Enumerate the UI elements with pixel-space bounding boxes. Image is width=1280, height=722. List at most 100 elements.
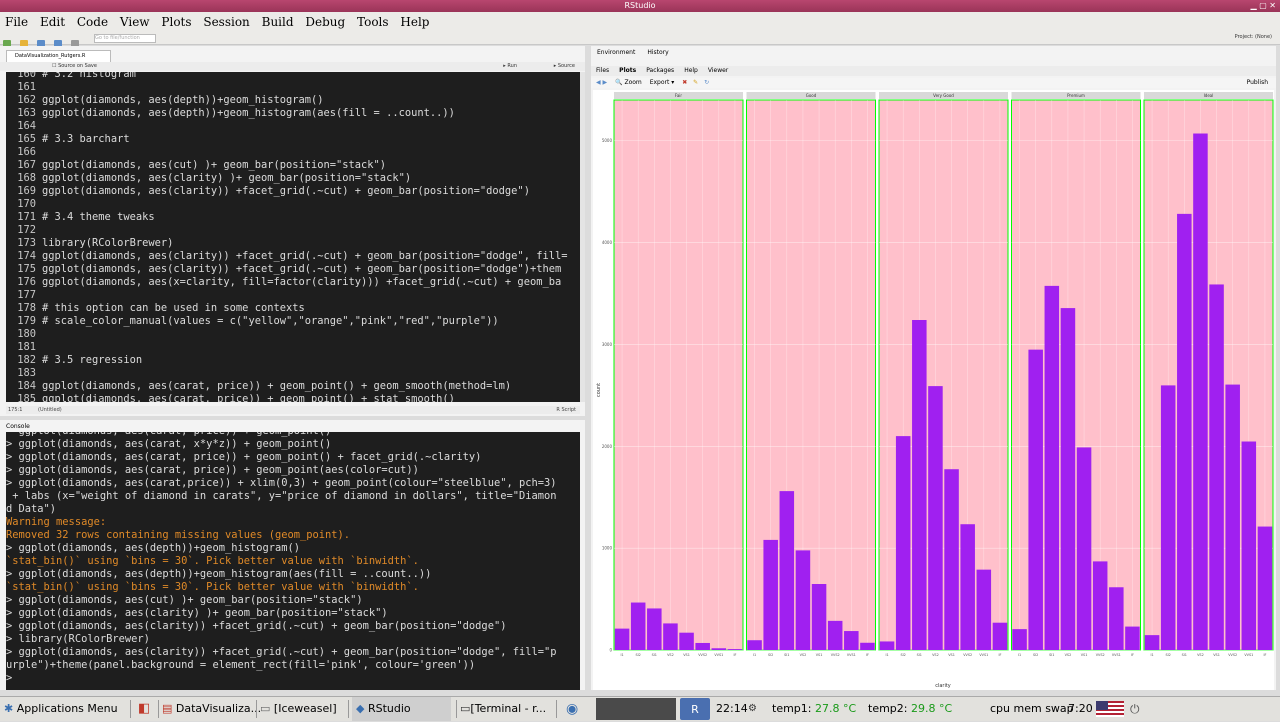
code-line[interactable]: 165 # 3.3 barchart xyxy=(6,133,580,146)
source-button[interactable]: ▸ Source xyxy=(554,62,575,71)
taskbar-item-terminal[interactable]: ▭[Terminal - r... xyxy=(460,697,546,721)
temp2-label: temp2: xyxy=(868,702,908,715)
x-tick-label: I1 xyxy=(885,653,888,657)
plots-pane: Environment History Files Plots Packages Hel… xyxy=(591,46,1276,690)
window-title-bar: RStudio ▁ ▢ ✕ xyxy=(0,0,1280,12)
code-line[interactable]: 175 ggplot(diamonds, aes(clarity)) +facet… xyxy=(6,263,580,276)
code-line[interactable]: 168 ggplot(diamonds, aes(clarity) )+ geom… xyxy=(6,172,580,185)
plot-area: 0 1000 2000 3000 4000 5000 Fair I1 SI2 SI1 VS2 VS1 V… xyxy=(593,90,1274,690)
menu-build[interactable]: Build xyxy=(262,15,294,29)
x-tick-label: VVS1 xyxy=(979,653,988,657)
remove-plot-icon[interactable]: ✖ xyxy=(682,79,687,86)
bar xyxy=(844,631,859,650)
taskbar-item-datavisualiza[interactable]: ▤ DataVisualiza... xyxy=(162,697,261,721)
code-line[interactable]: 185 ggplot(diamonds, aes(carat, price)) +… xyxy=(6,393,580,402)
bar xyxy=(1144,635,1160,650)
code-line[interactable]: 169 ggplot(diamonds, aes(clarity)) +facet… xyxy=(6,185,580,198)
menu-view[interactable]: View xyxy=(120,15,150,29)
export-button[interactable]: Export ▾ xyxy=(650,79,675,86)
menu-edit[interactable]: Edit xyxy=(40,15,65,29)
x-tick-label: VVS2 xyxy=(831,653,840,657)
file-type-indicator[interactable]: R Script xyxy=(556,406,576,414)
menu-code[interactable]: Code xyxy=(77,15,108,29)
tab-packages[interactable]: Packages xyxy=(646,67,674,74)
editor-scrollbar[interactable] xyxy=(580,72,585,402)
tab-help[interactable]: Help xyxy=(684,67,698,74)
chromium-icon[interactable]: ◉ xyxy=(566,697,578,721)
code-line[interactable]: 167 ggplot(diamonds, aes(cut) )+ geom_bar… xyxy=(6,159,580,172)
code-line[interactable]: 164 xyxy=(6,120,580,133)
code-line[interactable]: 162 ggplot(diamonds, aes(depth))+geom_his… xyxy=(6,94,580,107)
code-line[interactable]: 184 ggplot(diamonds, aes(carat, price)) +… xyxy=(6,380,580,393)
x-tick-label: VS2 xyxy=(667,653,674,657)
tab-files[interactable]: Files xyxy=(596,67,609,74)
tab-environment[interactable]: Environment xyxy=(597,49,635,56)
code-line[interactable]: 166 xyxy=(6,146,580,159)
x-tick-label: VVS2 xyxy=(963,653,972,657)
export-label: Export xyxy=(649,79,670,86)
code-line[interactable]: 163 ggplot(diamonds, aes(depth))+geom_his… xyxy=(6,107,580,120)
code-line[interactable]: 173 library(RColorBrewer) xyxy=(6,237,580,250)
console-title[interactable]: Console xyxy=(6,423,30,430)
menu-debug[interactable]: Debug xyxy=(305,15,345,29)
r-icon[interactable]: R xyxy=(680,698,710,720)
menu-help[interactable]: Help xyxy=(400,15,429,29)
code-text: # this option can be used in some contex… xyxy=(42,302,305,314)
back-arrow-icon[interactable]: ◀ xyxy=(596,79,601,86)
y-axis-label: count xyxy=(596,383,602,397)
code-editor[interactable]: 160 # 3.2 histogram 161 162 ggplot(diamonds,… xyxy=(6,72,580,402)
source-label: Source xyxy=(557,63,575,69)
power-icon[interactable]: ⏻ xyxy=(1130,697,1140,721)
code-line[interactable]: 178 # this option can be used in some con… xyxy=(6,302,580,315)
taskbar-item-iceweasel[interactable]: ▭ [Iceweasel] xyxy=(260,697,337,721)
menu-tools[interactable]: Tools xyxy=(357,15,389,29)
x-tick-label: VS1 xyxy=(683,653,690,657)
tab-viewer[interactable]: Viewer xyxy=(708,67,728,74)
bar xyxy=(647,608,662,650)
x-tick-label: I1 xyxy=(620,653,623,657)
scope-indicator[interactable]: (Untitled) xyxy=(38,407,62,413)
facet-label: Ideal xyxy=(1204,93,1214,98)
menu-file[interactable]: File xyxy=(5,15,28,29)
menu-session[interactable]: Session xyxy=(203,15,249,29)
goto-file-input[interactable]: Go to file/function xyxy=(94,34,156,43)
code-line[interactable]: 161 xyxy=(6,81,580,94)
broom-icon[interactable]: ✎ xyxy=(693,79,698,86)
line-number: 177 xyxy=(17,289,36,301)
temp2-value: 29.8 °C xyxy=(910,702,953,715)
code-line[interactable]: 174 ggplot(diamonds, aes(clarity)) +facet… xyxy=(6,250,580,263)
forward-arrow-icon[interactable]: ▶ xyxy=(603,79,608,86)
tab-plots[interactable]: Plots xyxy=(619,67,636,74)
run-button[interactable]: ▸ Run xyxy=(503,62,517,71)
y-tick-label: 3000 xyxy=(602,342,613,347)
taskbar-item-rstudio[interactable]: ◆ RStudio xyxy=(352,697,451,721)
code-line[interactable]: 180 xyxy=(6,328,580,341)
bar xyxy=(1092,561,1108,650)
tab-history[interactable]: History xyxy=(647,49,668,56)
code-line[interactable]: 176 ggplot(diamonds, aes(x=clarity, fill=… xyxy=(6,276,580,289)
bar xyxy=(795,550,811,650)
project-menu[interactable]: Project: (None) xyxy=(1235,34,1272,40)
code-line[interactable]: 179 # scale_color_manual(values = c("yell… xyxy=(6,315,580,328)
facet-label: Good xyxy=(806,93,817,98)
code-line[interactable]: 181 xyxy=(6,341,580,354)
code-line[interactable]: 182 # 3.5 regression xyxy=(6,354,580,367)
console-output[interactable]: ggplot(diamonds, aes(carat, price)) + ge… xyxy=(6,432,580,690)
menu-plots[interactable]: Plots xyxy=(161,15,191,29)
window-controls[interactable]: ▁ ▢ ✕ xyxy=(1251,0,1277,12)
source-on-save-checkbox[interactable]: ☐ Source on Save xyxy=(52,63,97,69)
code-line[interactable]: 160 # 3.2 histogram xyxy=(6,72,580,81)
code-line[interactable]: 183 xyxy=(6,367,580,380)
publish-button[interactable]: Publish xyxy=(1247,78,1268,88)
x-tick-label: VVS2 xyxy=(1096,653,1105,657)
file-manager-icon[interactable]: ◧ xyxy=(138,697,150,721)
code-line[interactable]: 177 xyxy=(6,289,580,302)
code-line[interactable]: 172 xyxy=(6,224,580,237)
code-line[interactable]: 171 # 3.4 theme tweaks xyxy=(6,211,580,224)
applications-menu[interactable]: ✱ Applications Menu xyxy=(4,697,118,721)
refresh-icon[interactable]: ↻ xyxy=(704,79,709,86)
code-line[interactable]: 170 xyxy=(6,198,580,211)
zoom-button[interactable]: 🔍 Zoom xyxy=(615,79,642,86)
x-tick-label: IF xyxy=(998,653,1001,657)
us-flag-icon[interactable] xyxy=(1096,701,1124,717)
